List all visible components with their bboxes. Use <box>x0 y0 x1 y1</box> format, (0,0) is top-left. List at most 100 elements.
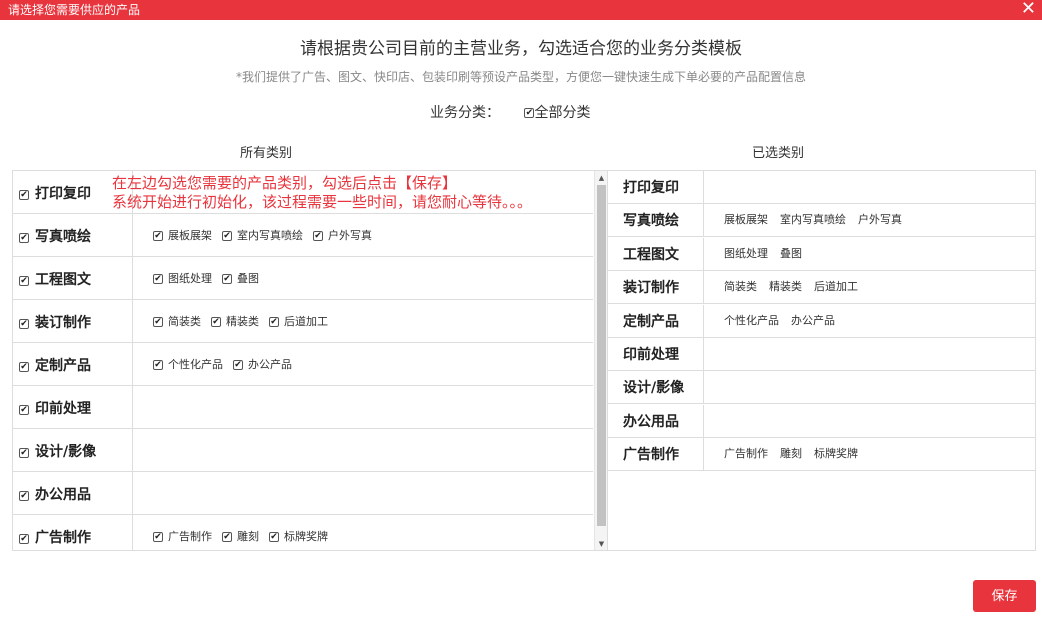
selected-category-label: 打印复印 <box>608 171 704 204</box>
category-checkbox[interactable]: ✔ <box>19 190 29 200</box>
selected-category-row: 广告制作 广告制作 雕刻 标牌奖牌 <box>608 438 1035 472</box>
subcategory-option[interactable]: ✔ 后道加工 <box>269 300 328 343</box>
selected-subcategory-list: 广告制作 雕刻 标牌奖牌 <box>704 438 870 471</box>
category-checkbox[interactable]: ✔ <box>19 491 29 501</box>
selected-categories-panel: 打印复印 写真喷绘 展板展架 室内写真喷绘 户外写真 工程图文 图纸处理 叠图 装订制作 简装类精… <box>608 170 1036 551</box>
subcategory-checkbox[interactable]: ✔ <box>222 532 232 542</box>
left-category-cell[interactable]: ✔ 写真喷绘 <box>13 214 133 257</box>
right-column-header: 已选类别 <box>752 146 805 161</box>
subcategory-label: 个性化产品 <box>168 358 223 371</box>
left-category-row: ✔ 写真喷绘 ✔ 展板展架 ✔ 室内写真喷绘 ✔ 户外写真 <box>13 214 593 257</box>
category-checkbox[interactable]: ✔ <box>19 319 29 329</box>
left-category-row: ✔ 广告制作 ✔ 广告制作 ✔ 雕刻 ✔ 标牌奖牌 <box>13 515 593 550</box>
selected-subcategory: 叠图 <box>780 246 802 260</box>
all-categories-checkbox[interactable]: ✔ <box>524 108 535 118</box>
selected-category-row: 写真喷绘 展板展架 室内写真喷绘 户外写真 <box>608 204 1035 238</box>
selected-category-label: 写真喷绘 <box>608 204 704 238</box>
selected-subcategory-list <box>704 371 724 404</box>
all-categories-label: 全部分类 <box>534 105 591 121</box>
selected-category-row: 定制产品 个性化产品 办公产品 <box>608 304 1035 338</box>
category-label: 定制产品 <box>35 358 91 374</box>
scroll-up-icon[interactable]: ▲ <box>595 172 607 184</box>
category-checkbox[interactable]: ✔ <box>19 276 29 286</box>
category-checkbox[interactable]: ✔ <box>19 534 29 544</box>
subcategory-checkbox[interactable]: ✔ <box>222 274 232 284</box>
subcategory-option[interactable]: ✔ 雕刻 <box>222 515 259 550</box>
left-category-cell[interactable]: ✔ 装订制作 <box>13 300 133 343</box>
selected-subcategory-list: 展板展架 室内写真喷绘 户外写真 <box>704 204 914 237</box>
save-button[interactable]: 保存 <box>973 580 1036 612</box>
page-heading: 请根据贵公司目前的主营业务，勾选适合您的业务分类模板 <box>300 39 742 59</box>
selected-subcategory-list: 简装类 精装类 后道加工 <box>704 271 870 304</box>
dialog-title: 请选择您需要供应的产品 <box>8 3 141 17</box>
category-checkbox[interactable]: ✔ <box>19 448 29 458</box>
left-category-cell[interactable]: ✔ 办公用品 <box>13 472 133 515</box>
scroll-down-icon[interactable]: ▼ <box>595 538 607 550</box>
subcategory-label: 办公产品 <box>248 358 292 371</box>
subcategory-label: 叠图 <box>237 272 259 285</box>
category-checkbox[interactable]: ✔ <box>19 233 29 243</box>
left-category-cell[interactable]: ✔ 印前处理 <box>13 386 133 429</box>
subcategory-checkbox[interactable]: ✔ <box>153 532 163 542</box>
selected-subcategory: 简装类 <box>724 280 757 294</box>
subcategory-label: 展板展架 <box>168 229 212 242</box>
subcategory-list: ✔ 展板展架 ✔ 室内写真喷绘 ✔ 户外写真 <box>133 214 382 257</box>
subcategory-option[interactable]: ✔ 个性化产品 <box>153 343 223 386</box>
subcategory-option[interactable]: ✔ 图纸处理 <box>153 257 212 300</box>
page-subheading: *我们提供了广告、图文、快印店、包装印刷等预设产品类型，方便您一键快速生成下单必… <box>235 70 806 84</box>
subcategory-checkbox[interactable]: ✔ <box>153 360 163 370</box>
hint-line-1: 在左边勾选您需要的产品类别，勾选后点击【保存】 <box>112 174 458 192</box>
subcategory-checkbox[interactable]: ✔ <box>269 532 279 542</box>
subcategory-label: 精装类 <box>226 315 259 328</box>
subcategory-option[interactable]: ✔ 户外写真 <box>313 214 372 257</box>
subcategory-checkbox[interactable]: ✔ <box>153 274 163 284</box>
subcategory-checkbox[interactable]: ✔ <box>313 231 323 241</box>
selected-subcategory-list: 图纸处理 叠图 <box>704 238 814 271</box>
selected-category-label: 定制产品 <box>608 304 704 338</box>
hint-line-2: 系统开始进行初始化，该过程需要一些时间，请您耐心等待。。。 <box>112 193 533 211</box>
selected-subcategory: 室内写真喷绘 <box>780 213 846 227</box>
left-category-row: ✔ 定制产品 ✔ 个性化产品 ✔ 办公产品 <box>13 343 593 386</box>
subcategory-checkbox[interactable]: ✔ <box>269 317 279 327</box>
close-icon[interactable]: ✕ <box>1021 0 1036 19</box>
left-scrollbar[interactable]: ▲ ▼ <box>594 171 607 550</box>
subcategory-option[interactable]: ✔ 办公产品 <box>233 343 292 386</box>
subcategory-option[interactable]: ✔ 叠图 <box>222 257 259 300</box>
subcategory-option[interactable]: ✔ 标牌奖牌 <box>269 515 328 550</box>
category-checkbox[interactable]: ✔ <box>19 362 29 372</box>
subcategory-option[interactable]: ✔ 简装类 <box>153 300 201 343</box>
left-category-cell[interactable]: ✔ 广告制作 <box>13 515 133 550</box>
category-checkbox[interactable]: ✔ <box>19 405 29 415</box>
selected-category-row: 设计/影像 <box>608 371 1035 405</box>
instruction-hint: 在左边勾选您需要的产品类别，勾选后点击【保存】 系统开始进行初始化，该过程需要一… <box>112 174 532 212</box>
business-filter: 业务分类： ✔全部分类 <box>430 102 590 122</box>
subcategory-label: 雕刻 <box>237 530 259 543</box>
left-category-cell[interactable]: ✔ 设计/影像 <box>13 429 133 472</box>
subcategory-option[interactable]: ✔ 展板展架 <box>153 214 212 257</box>
subcategory-option[interactable]: ✔ 室内写真喷绘 <box>222 214 303 257</box>
selected-subcategory: 图纸处理 <box>724 246 768 260</box>
subcategory-list <box>133 472 153 515</box>
subcategory-checkbox[interactable]: ✔ <box>211 317 221 327</box>
left-category-cell[interactable]: ✔ 定制产品 <box>13 343 133 386</box>
selected-subcategory: 广告制作 <box>724 447 768 461</box>
selected-category-label: 广告制作 <box>608 438 704 472</box>
subcategory-checkbox[interactable]: ✔ <box>222 231 232 241</box>
subcategory-option[interactable]: ✔ 精装类 <box>211 300 259 343</box>
all-categories-toggle[interactable]: ✔全部分类 <box>524 105 590 121</box>
all-categories-panel[interactable]: ✔ 广告制作 ✔ 广告制作 ✔ 雕刻 ✔ 标牌奖牌 ✔ 办公用品 ✔ 设计/影像 ✔ 印前处理 ✔ 定制产品 ✔… <box>12 170 608 551</box>
left-category-cell[interactable]: ✔ 工程图文 <box>13 257 133 300</box>
left-column-header: 所有类别 <box>240 146 293 161</box>
subcategory-list <box>133 386 153 429</box>
subcategory-checkbox[interactable]: ✔ <box>233 360 243 370</box>
selected-subcategory: 展板展架 <box>724 213 768 227</box>
subcategory-checkbox[interactable]: ✔ <box>153 231 163 241</box>
subcategory-option[interactable]: ✔ 广告制作 <box>153 515 212 550</box>
category-label: 写真喷绘 <box>35 229 91 245</box>
category-label: 广告制作 <box>35 530 91 546</box>
selected-category-row: 办公用品 <box>608 404 1035 438</box>
subcategory-label: 广告制作 <box>168 530 212 543</box>
scroll-thumb[interactable] <box>597 185 606 526</box>
subcategory-list: ✔ 简装类 ✔ 精装类 ✔ 后道加工 <box>133 300 338 343</box>
subcategory-checkbox[interactable]: ✔ <box>153 317 163 327</box>
